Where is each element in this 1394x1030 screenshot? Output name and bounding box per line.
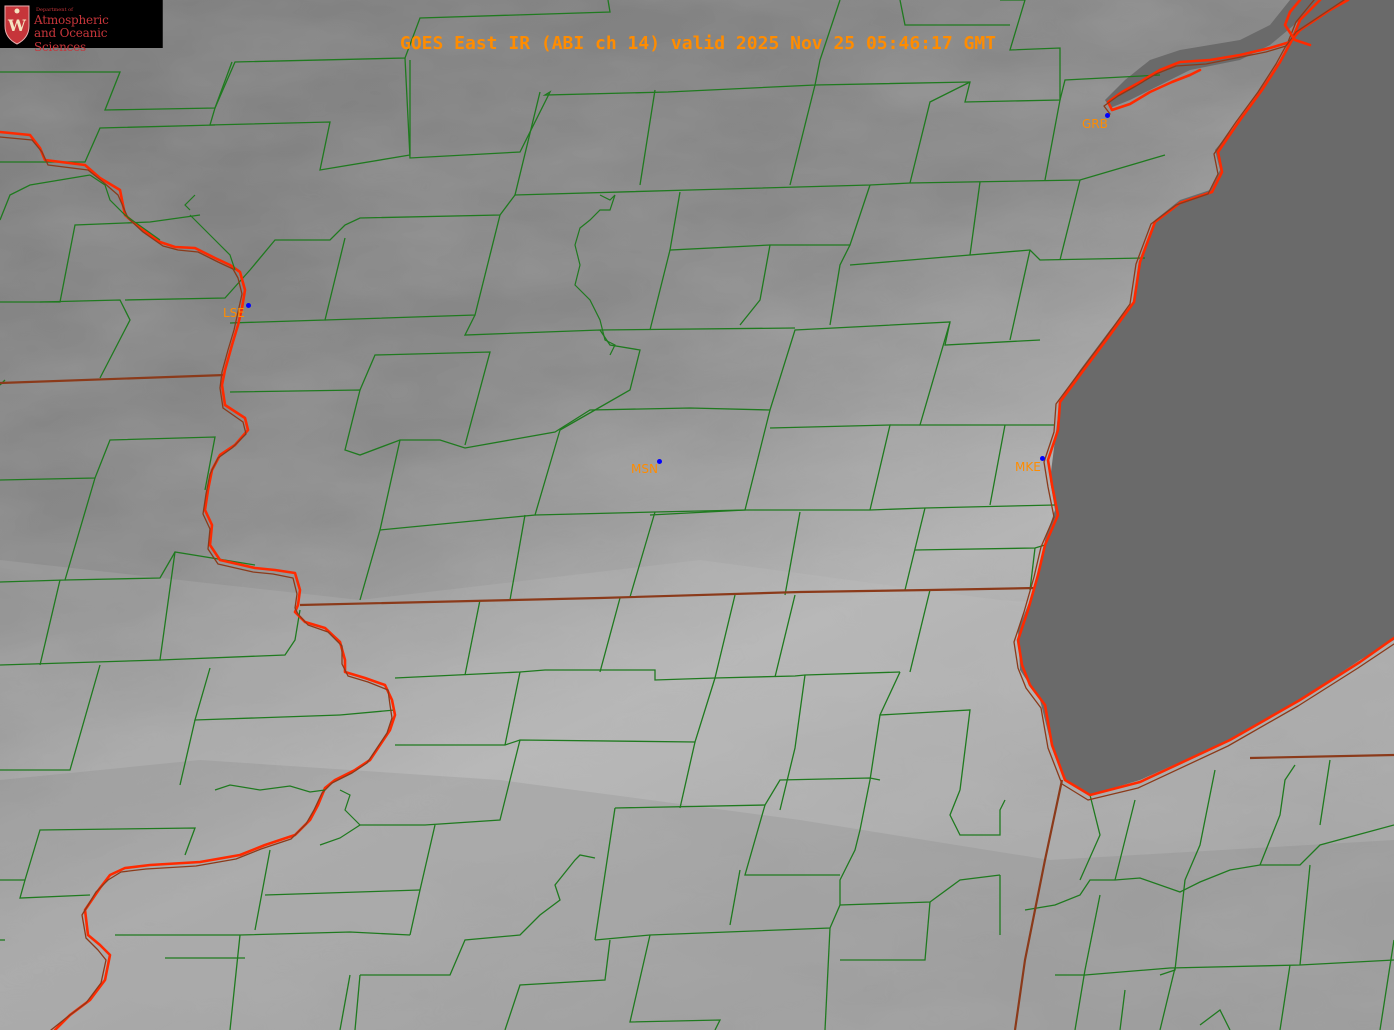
logo-line1: Atmospheric: [34, 13, 109, 27]
station-marker-lse: [246, 303, 251, 308]
station-label-lse: LSE: [223, 306, 245, 320]
station-label-grb: GRB: [1082, 117, 1108, 131]
satellite-map: [0, 0, 1394, 1030]
station-label-mke: MKE: [1015, 460, 1041, 474]
image-title: GOES East IR (ABI ch 14) valid 2025 Nov …: [399, 33, 997, 54]
station-label-msn: MSN: [631, 462, 658, 476]
